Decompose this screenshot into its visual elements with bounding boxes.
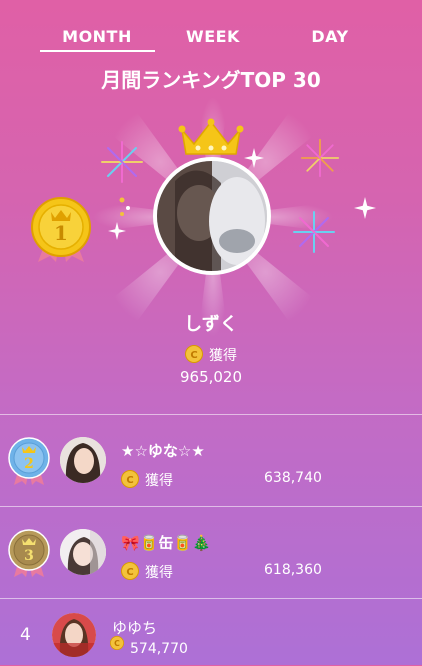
- ranking-row[interactable]: 2 ★☆ゆな☆★ C 獲得 638,740: [0, 414, 422, 507]
- rank-number: 4: [20, 625, 31, 645]
- earn-label: 獲得: [145, 565, 173, 581]
- gold-medal-number: 1: [54, 221, 68, 245]
- svg-text:C: C: [114, 639, 120, 648]
- earn-label: 獲得: [145, 473, 173, 489]
- tab-week[interactable]: WEEK: [153, 27, 273, 46]
- avatar-photo: [60, 529, 106, 575]
- avatar[interactable]: [52, 613, 96, 657]
- firework-icon: [293, 211, 335, 253]
- tab-day[interactable]: DAY: [270, 27, 390, 46]
- top-user-avatar[interactable]: [153, 157, 271, 275]
- confetti-icon: [119, 197, 130, 216]
- firework-icon: [101, 141, 143, 183]
- earn-label: 獲得: [209, 348, 237, 364]
- sparkle-icon: [108, 222, 126, 240]
- bronze-medal-icon: 3: [8, 529, 50, 577]
- earned-value: 638,740: [264, 470, 322, 486]
- period-tabs: MONTH WEEK DAY: [0, 0, 422, 56]
- avatar[interactable]: [60, 529, 106, 575]
- rank-number: 3: [24, 548, 34, 564]
- tab-month[interactable]: MONTH: [37, 27, 157, 46]
- rank-number: 2: [24, 456, 34, 472]
- svg-text:C: C: [190, 350, 197, 361]
- ranking-row[interactable]: 3 🎀🥫缶🥫🎄 C 獲得 618,360: [0, 506, 422, 599]
- crown-icon: [178, 118, 244, 155]
- active-tab-indicator: [40, 50, 155, 52]
- avatar-photo: [52, 613, 96, 657]
- sparkle-icon: [244, 148, 264, 168]
- sparkle-icon: [354, 197, 376, 219]
- firework-icon: [300, 138, 340, 178]
- coin-icon: C: [185, 345, 203, 363]
- coin-icon: C: [110, 636, 124, 650]
- avatar[interactable]: [60, 437, 106, 483]
- page-title: 月間ランキングTOP 30: [101, 68, 321, 92]
- user-name: ゆゆち: [112, 619, 158, 637]
- top-user-name[interactable]: しずく: [0, 310, 422, 336]
- svg-text:C: C: [126, 475, 133, 486]
- coin-icon: C: [121, 562, 139, 580]
- user-name: ★☆ゆな☆★: [121, 442, 205, 460]
- earned-value: 574,770: [130, 641, 188, 657]
- gold-medal-icon: 1: [31, 197, 91, 262]
- user-name: 🎀🥫缶🥫🎄: [121, 534, 211, 552]
- avatar-photo: [60, 437, 106, 483]
- avatar-photo: [157, 161, 267, 271]
- ranking-row[interactable]: 4 ゆゆち C 574,770: [0, 598, 422, 666]
- top-user-value: 965,020: [179, 368, 243, 386]
- top-user-earn: C 獲得: [0, 345, 422, 365]
- coin-icon: C: [121, 470, 139, 488]
- earned-value: 618,360: [264, 562, 322, 578]
- svg-text:C: C: [126, 567, 133, 578]
- silver-medal-icon: 2: [8, 437, 50, 485]
